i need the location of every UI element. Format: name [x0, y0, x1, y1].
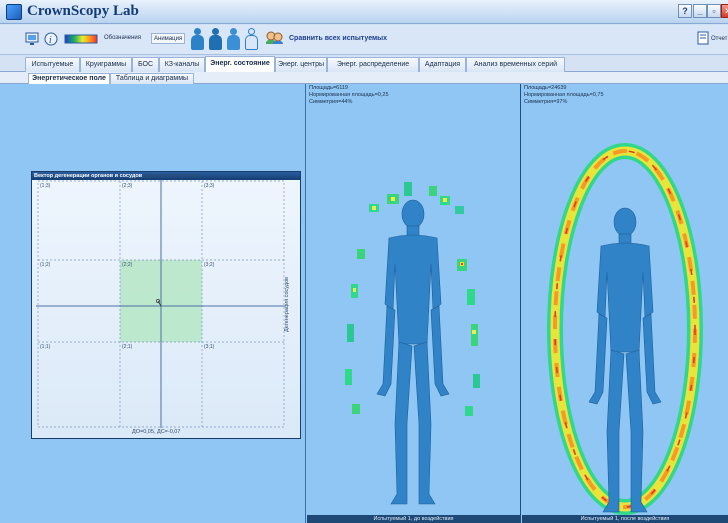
- sub-tabs: Энергетическое поле Таблица и диаграммы: [0, 72, 728, 84]
- cell-label: (1;2): [40, 262, 51, 268]
- report-icon[interactable]: [697, 31, 709, 45]
- content-area: Вектор дегенерации органов и сосудов Дег…: [0, 84, 728, 523]
- designations-button[interactable]: Обозначения: [104, 35, 141, 41]
- body-field-after: [547, 143, 703, 515]
- cell-label: (2;3): [122, 183, 133, 189]
- tab-subjects[interactable]: Испытуемые: [25, 57, 80, 72]
- subject-figure-icon[interactable]: [190, 28, 204, 50]
- animation-button[interactable]: Анимация: [151, 33, 186, 44]
- caption-before: Испытуемый 1, до воздействия: [307, 515, 520, 523]
- tab-krugrams[interactable]: Круиграммы: [80, 57, 132, 72]
- tab-bos[interactable]: БОС: [132, 57, 159, 72]
- subject-figure-icon[interactable]: [226, 28, 240, 50]
- cell-label: (2;2): [122, 262, 133, 268]
- cell-label: (1;1): [40, 344, 51, 350]
- cell-label: (1;3): [40, 183, 51, 189]
- info-icon[interactable]: i: [44, 32, 58, 46]
- subject-figure-icon[interactable]: [208, 28, 222, 50]
- monitor-icon[interactable]: [25, 32, 39, 46]
- energy-field-before-panel: Площадь=6119 Нормированная площадь=0,25 …: [307, 84, 521, 523]
- tab-energy-centers[interactable]: Энерг. центры: [275, 57, 327, 72]
- compare-all-subjects[interactable]: Сравнить всех испытуемых: [289, 35, 387, 42]
- human-figure: [588, 207, 662, 513]
- color-scale-icon[interactable]: [64, 32, 98, 46]
- vector-grid: [36, 180, 286, 428]
- tab-energy-state[interactable]: Энерг. состояние: [205, 56, 275, 73]
- tab-energy-field[interactable]: Энергетическое поле: [28, 73, 110, 84]
- x-axis-title: Дегенерация органов: [144, 173, 199, 179]
- report-button[interactable]: Отчет: [711, 36, 727, 42]
- tab-adaptation[interactable]: Адаптация: [419, 57, 466, 72]
- app-title: CrownScopy Lab: [27, 3, 139, 19]
- cell-label: (3;3): [204, 183, 215, 189]
- subject-outline-icon[interactable]: [244, 28, 258, 50]
- compare-subjects-icon[interactable]: [264, 30, 284, 44]
- degeneration-vector-window: Вектор дегенерации органов и сосудов Дег…: [31, 171, 301, 439]
- cell-label: (3;1): [204, 344, 215, 350]
- caption-after: Испытуемый 1, после воздействия: [522, 515, 728, 523]
- app-logo-icon: [6, 4, 22, 20]
- y-axis-title: Дегенерация сосудов: [284, 276, 290, 332]
- human-figure: [376, 199, 450, 505]
- energy-field-after-panel: Площадь=24639 Нормированная площадь=0,75…: [522, 84, 728, 523]
- close-button[interactable]: ✕: [721, 4, 728, 18]
- minimize-button[interactable]: _: [693, 4, 707, 18]
- tab-kz-channels[interactable]: КЗ-каналы: [159, 57, 205, 72]
- app-window: CrownScopy Lab ? _ ▫ ✕ i Обозначения Ани…: [0, 0, 728, 523]
- help-button[interactable]: ?: [678, 4, 692, 18]
- restore-button[interactable]: ▫: [707, 4, 721, 18]
- body-field-before: [345, 182, 480, 505]
- cell-label: (2;1): [122, 344, 133, 350]
- tab-table-charts[interactable]: Таблица и диаграммы: [110, 73, 194, 84]
- cell-label: (3;2): [204, 262, 215, 268]
- toolbar: i Обозначения Анимация Сравнить всех исп…: [0, 25, 728, 55]
- vector-readout: ДО=0,05, ДС=-0,07: [132, 429, 181, 435]
- tab-energy-distribution[interactable]: Энерг. распределение: [327, 57, 419, 72]
- svg-text:i: i: [49, 36, 52, 46]
- vector-plot: Дегенерация органов Дегенерация сосудов …: [32, 173, 300, 438]
- title-bar: CrownScopy Lab ? _ ▫ ✕: [0, 0, 728, 24]
- main-tabs: Испытуемые Круиграммы БОС КЗ-каналы Энер…: [0, 56, 728, 73]
- tab-time-series[interactable]: Анализ временных серий: [466, 57, 565, 72]
